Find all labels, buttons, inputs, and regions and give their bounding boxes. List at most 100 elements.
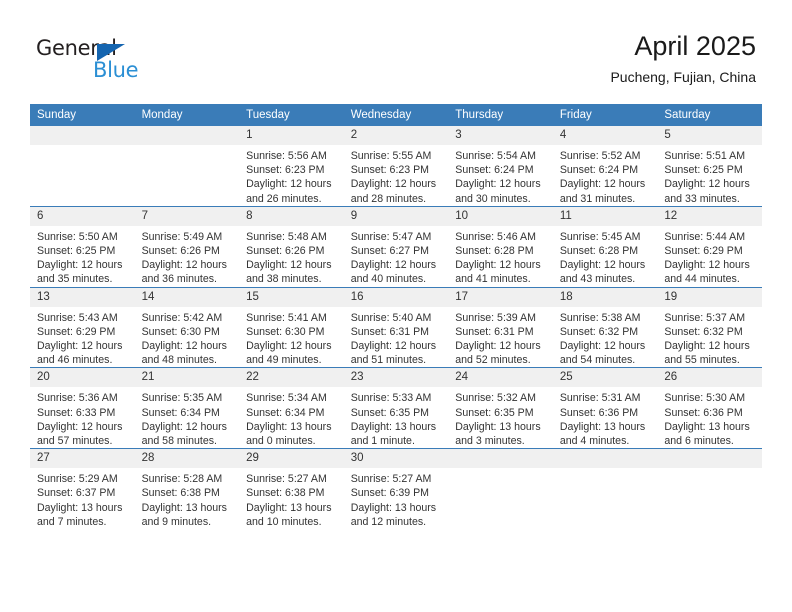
calendar-day-cell[interactable]: 27 Sunrise: 5:29 AM Sunset: 6:37 PM Dayligh… — [30, 448, 135, 530]
day-number — [657, 449, 762, 469]
calendar-day-cell[interactable]: 10 Sunrise: 5:46 AM Sunset: 6:28 PM Dayligh… — [448, 205, 553, 288]
calendar-day-cell[interactable]: 8 Sunrise: 5:48 AM Sunset: 6:26 PM Daylight… — [239, 205, 344, 288]
day-sunrise-text: Sunrise: 5:46 AM — [455, 230, 536, 243]
calendar-day-cell[interactable]: 6 Sunrise: 5:50 AM Sunset: 6:25 PM Daylight… — [30, 205, 135, 288]
day-daylight-text: Daylight: 12 hours and 28 minutes. — [350, 178, 437, 205]
day-daylight-text: Daylight: 13 hours and 10 minutes. — [246, 501, 332, 528]
day-sunrise-text: Sunrise: 5:41 AM — [246, 311, 327, 324]
day-sunset-text: Sunset: 6:25 PM — [664, 164, 743, 177]
calendar-day-cell[interactable]: 9 Sunrise: 5:47 AM Sunset: 6:27 PM Daylight… — [343, 205, 449, 288]
day-sunset-text: Sunset: 6:26 PM — [141, 245, 220, 258]
day-number — [134, 126, 240, 145]
day-sunrise-text: Sunrise: 5:32 AM — [455, 392, 536, 405]
calendar-day-cell[interactable]: 25 Sunrise: 5:31 AM Sunset: 6:36 PM Dayligh… — [552, 367, 658, 449]
calendar-day-cell[interactable]: 3 Sunrise: 5:54 AM Sunset: 6:24 PM Daylight… — [448, 126, 553, 207]
day-details — [657, 468, 762, 472]
day-number: 14 — [134, 287, 240, 307]
weekday-header: Sunday Monday Tuesday Wednesday Thursday Frid… — [30, 104, 762, 126]
day-sunset-text: Sunset: 6:29 PM — [664, 245, 743, 258]
day-number: 11 — [552, 206, 658, 226]
day-details: Sunrise: 5:54 AM Sunset: 6:24 PM Daylight:… — [448, 145, 553, 206]
day-details: Sunrise: 5:56 AM Sunset: 6:23 PM Daylight:… — [239, 145, 344, 206]
day-daylight-text: Daylight: 13 hours and 6 minutes. — [664, 420, 750, 448]
day-details: Sunrise: 5:50 AM Sunset: 6:25 PM Daylight:… — [30, 226, 135, 287]
calendar-day-cell[interactable]: 16 Sunrise: 5:40 AM Sunset: 6:31 PM Dayligh… — [343, 286, 449, 368]
day-daylight-text: Daylight: 12 hours and 33 minutes. — [664, 178, 750, 205]
calendar-day-cell[interactable]: 18 Sunrise: 5:38 AM Sunset: 6:32 PM Dayligh… — [552, 286, 658, 368]
day-details: Sunrise: 5:46 AM Sunset: 6:28 PM Daylight:… — [448, 226, 553, 287]
day-details: Sunrise: 5:27 AM Sunset: 6:38 PM Daylight:… — [239, 468, 344, 529]
calendar-day-cell[interactable]: 19 Sunrise: 5:37 AM Sunset: 6:32 PM Dayligh… — [657, 286, 762, 368]
day-sunrise-text: Sunrise: 5:55 AM — [350, 150, 432, 162]
day-number: 16 — [343, 287, 449, 307]
calendar-day-cell[interactable]: 13 Sunrise: 5:43 AM Sunset: 6:29 PM Dayligh… — [30, 286, 135, 368]
day-sunset-text: Sunset: 6:28 PM — [455, 245, 534, 258]
day-sunrise-text: Sunrise: 5:39 AM — [455, 311, 536, 324]
day-number: 17 — [448, 287, 553, 307]
day-daylight-text: Daylight: 12 hours and 26 minutes. — [246, 178, 332, 205]
day-sunset-text: Sunset: 6:35 PM — [455, 406, 534, 419]
day-number: 1 — [239, 126, 344, 145]
calendar-day-cell[interactable]: 7 Sunrise: 5:49 AM Sunset: 6:26 PM Daylight… — [134, 205, 240, 288]
day-number: 20 — [30, 368, 135, 388]
day-sunset-text: Sunset: 6:31 PM — [350, 325, 430, 338]
day-details: Sunrise: 5:37 AM Sunset: 6:32 PM Daylight:… — [657, 307, 762, 368]
calendar-day-cell[interactable]: 11 Sunrise: 5:45 AM Sunset: 6:28 PM Dayligh… — [552, 205, 658, 288]
calendar-day-cell[interactable]: 1 Sunrise: 5:56 AM Sunset: 6:23 PM Daylight… — [239, 126, 344, 207]
day-details: Sunrise: 5:34 AM Sunset: 6:34 PM Daylight:… — [239, 387, 344, 448]
day-number: 10 — [448, 206, 553, 226]
day-daylight-text: Daylight: 12 hours and 35 minutes. — [37, 259, 123, 286]
calendar-day-cell[interactable]: 5 Sunrise: 5:51 AM Sunset: 6:25 PM Daylight… — [657, 126, 762, 207]
weekday-header-tuesday: Tuesday — [239, 104, 344, 126]
calendar-day-cell[interactable]: 26 Sunrise: 5:30 AM Sunset: 6:36 PM Dayligh… — [657, 367, 762, 449]
day-sunset-text: Sunset: 6:30 PM — [246, 325, 325, 338]
day-sunrise-text: Sunrise: 5:43 AM — [37, 311, 118, 324]
calendar-body: 1 Sunrise: 5:56 AM Sunset: 6:23 PM Daylight… — [30, 126, 762, 530]
day-details: Sunrise: 5:40 AM Sunset: 6:31 PM Daylight:… — [344, 307, 449, 368]
calendar-day-cell[interactable]: 23 Sunrise: 5:33 AM Sunset: 6:35 PM Dayligh… — [343, 367, 449, 449]
calendar-day-cell[interactable]: 15 Sunrise: 5:41 AM Sunset: 6:30 PM Dayligh… — [239, 286, 344, 368]
day-sunrise-text: Sunrise: 5:30 AM — [664, 392, 746, 405]
calendar-day-cell[interactable]: 17 Sunrise: 5:39 AM Sunset: 6:31 PM Dayligh… — [448, 286, 553, 368]
day-sunrise-text: Sunrise: 5:33 AM — [350, 392, 432, 405]
day-number: 23 — [343, 368, 449, 388]
day-daylight-text: Daylight: 12 hours and 49 minutes. — [246, 340, 332, 367]
generalblue-logo[interactable]: General Blue — [36, 36, 156, 84]
calendar-day-cell[interactable]: 22 Sunrise: 5:34 AM Sunset: 6:34 PM Dayligh… — [239, 367, 344, 449]
day-number: 18 — [552, 287, 658, 307]
calendar-day-cell-empty — [657, 448, 762, 530]
calendar-day-cell[interactable]: 4 Sunrise: 5:52 AM Sunset: 6:24 PM Daylight… — [552, 126, 658, 207]
day-daylight-text: Daylight: 12 hours and 51 minutes. — [350, 340, 437, 367]
day-daylight-text: Daylight: 12 hours and 31 minutes. — [559, 178, 646, 205]
day-details: Sunrise: 5:43 AM Sunset: 6:29 PM Daylight:… — [30, 307, 135, 368]
day-sunset-text: Sunset: 6:25 PM — [37, 245, 116, 258]
day-sunrise-text: Sunrise: 5:34 AM — [246, 392, 327, 405]
day-sunrise-text: Sunrise: 5:49 AM — [141, 230, 223, 243]
calendar-day-cell[interactable]: 30 Sunrise: 5:27 AM Sunset: 6:39 PM Dayligh… — [343, 448, 449, 530]
calendar-day-cell[interactable]: 24 Sunrise: 5:32 AM Sunset: 6:35 PM Dayligh… — [448, 367, 553, 449]
day-sunset-text: Sunset: 6:39 PM — [350, 487, 430, 500]
day-sunset-text: Sunset: 6:34 PM — [246, 406, 325, 419]
day-sunset-text: Sunset: 6:23 PM — [246, 164, 325, 177]
day-sunset-text: Sunset: 6:36 PM — [559, 406, 639, 419]
day-details: Sunrise: 5:45 AM Sunset: 6:28 PM Daylight:… — [553, 226, 658, 287]
day-number: 28 — [134, 449, 240, 469]
calendar-day-cell[interactable]: 21 Sunrise: 5:35 AM Sunset: 6:34 PM Dayligh… — [134, 367, 240, 449]
day-number: 6 — [30, 206, 135, 226]
day-details: Sunrise: 5:47 AM Sunset: 6:27 PM Daylight:… — [344, 226, 449, 287]
calendar-day-cell[interactable]: 12 Sunrise: 5:44 AM Sunset: 6:29 PM Dayligh… — [657, 205, 762, 288]
calendar-day-cell[interactable]: 20 Sunrise: 5:36 AM Sunset: 6:33 PM Dayligh… — [30, 367, 135, 449]
calendar-day-cell[interactable]: 29 Sunrise: 5:27 AM Sunset: 6:38 PM Dayligh… — [239, 448, 344, 530]
calendar-week-row: 1 Sunrise: 5:56 AM Sunset: 6:23 PM Daylight… — [30, 126, 762, 207]
calendar-week-row: 6 Sunrise: 5:50 AM Sunset: 6:25 PM Daylight… — [30, 205, 762, 288]
calendar-day-cell[interactable]: 28 Sunrise: 5:28 AM Sunset: 6:38 PM Dayligh… — [134, 448, 240, 530]
weekday-header-friday: Friday — [552, 104, 658, 126]
calendar-day-cell[interactable]: 2 Sunrise: 5:55 AM Sunset: 6:23 PM Daylight… — [343, 126, 449, 207]
day-daylight-text: Daylight: 12 hours and 41 minutes. — [455, 259, 541, 286]
day-daylight-text: Daylight: 12 hours and 54 minutes. — [559, 340, 646, 367]
day-details: Sunrise: 5:44 AM Sunset: 6:29 PM Daylight:… — [657, 226, 762, 287]
day-sunset-text: Sunset: 6:29 PM — [37, 325, 116, 338]
calendar-day-cell[interactable]: 14 Sunrise: 5:42 AM Sunset: 6:30 PM Dayligh… — [134, 286, 240, 368]
day-daylight-text: Daylight: 13 hours and 3 minutes. — [455, 420, 541, 448]
day-details — [553, 468, 658, 472]
